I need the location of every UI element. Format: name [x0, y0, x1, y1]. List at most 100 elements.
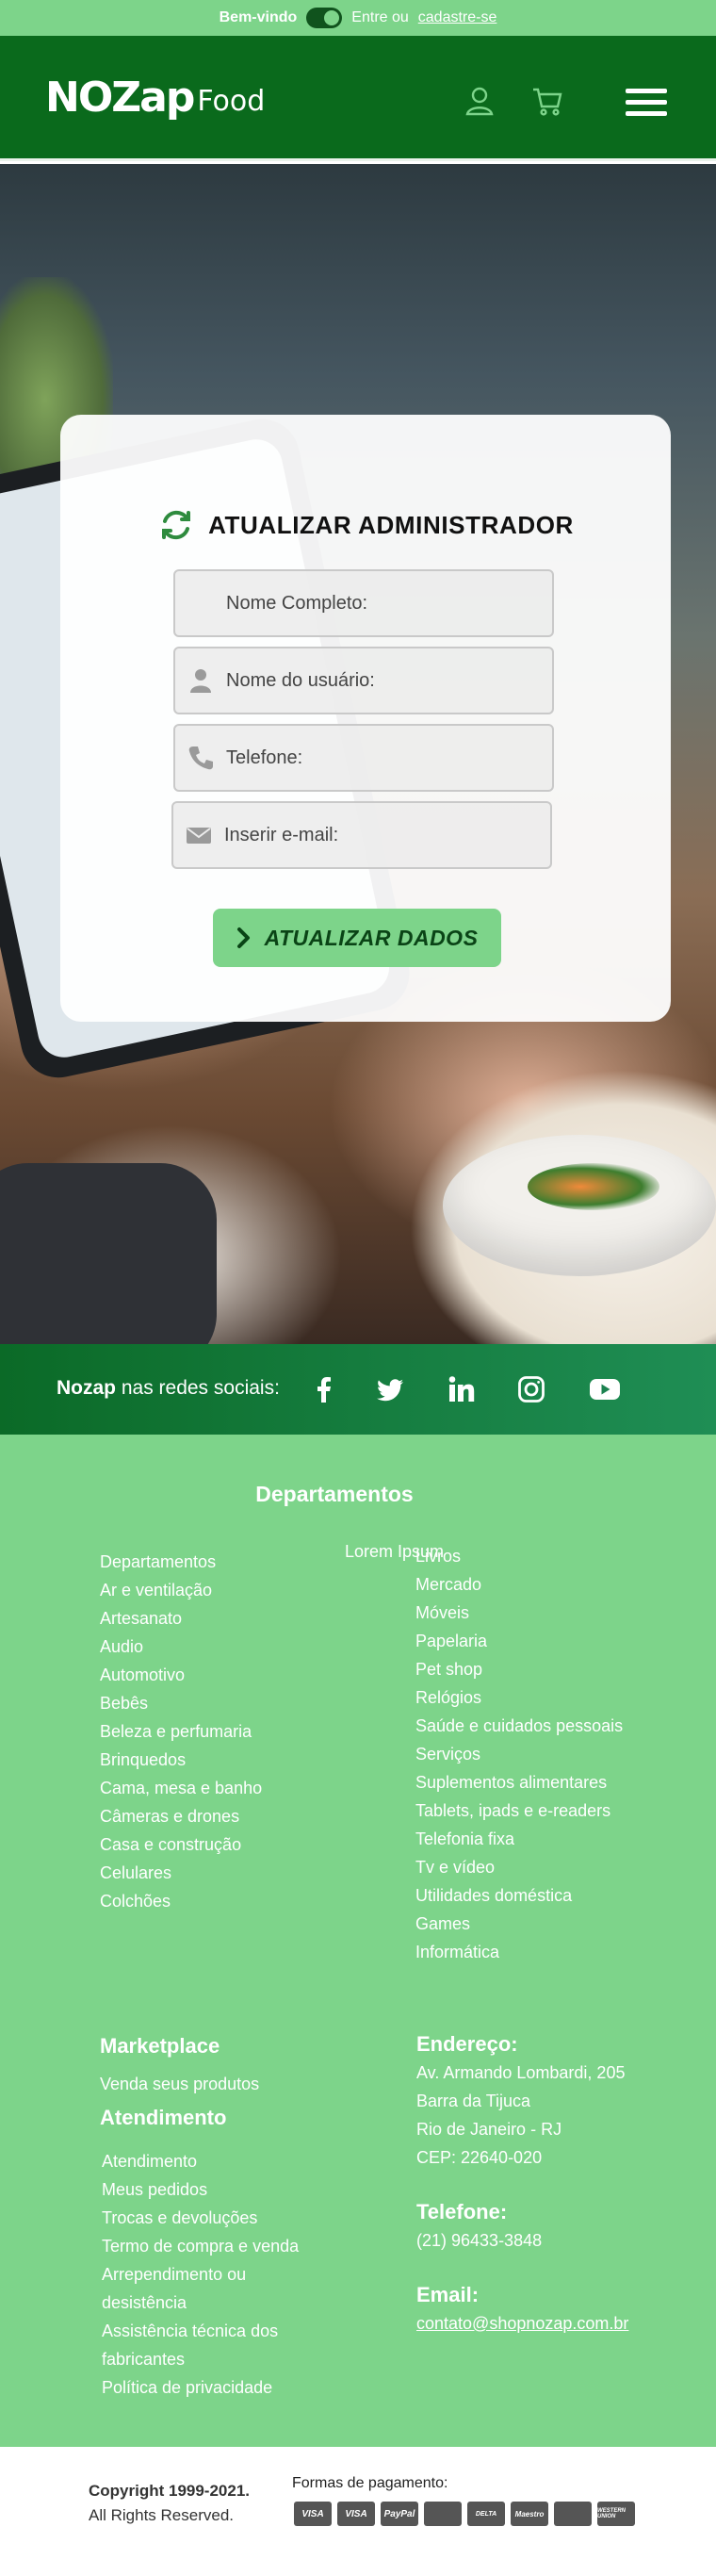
departments-title: Departamentos — [255, 1482, 414, 1506]
department-link[interactable]: Relógios — [415, 1683, 623, 1712]
marketplace-link[interactable]: Venda seus produtos — [100, 2070, 299, 2098]
department-link[interactable]: Brinquedos — [100, 1746, 262, 1774]
email-field[interactable] — [171, 801, 552, 869]
department-link[interactable]: Tablets, ipads e e-readers — [415, 1797, 623, 1825]
department-link[interactable]: Celulares — [100, 1859, 262, 1887]
phone-input[interactable] — [226, 726, 537, 790]
social-bar: Nozap nas redes sociais: — [0, 1344, 716, 1435]
chevron-right-icon — [236, 927, 250, 948]
bottom-bar: Copyright 1999-2021. All Rights Reserved… — [0, 2447, 716, 2576]
department-link[interactable]: Automotivo — [100, 1661, 262, 1689]
atendimento-link[interactable]: Arrependimento ou — [102, 2260, 299, 2289]
department-link[interactable]: Mercado — [415, 1570, 623, 1599]
site-logo[interactable]: NOZap Food — [45, 74, 265, 121]
address-line: Rio de Janeiro - RJ — [416, 2120, 562, 2139]
department-link[interactable]: Artesanato — [100, 1604, 262, 1633]
department-link[interactable]: Câmeras e drones — [100, 1802, 262, 1830]
linkedin-icon[interactable] — [447, 1374, 477, 1404]
department-link[interactable]: Ar e ventilação — [100, 1576, 262, 1604]
mastercard-icon: mastercard — [554, 2502, 592, 2526]
department-link[interactable]: Telefonia fixa — [415, 1825, 623, 1853]
refresh-icon — [162, 510, 191, 540]
atendimento-link[interactable]: Atendimento — [102, 2147, 299, 2175]
atendimento-link[interactable]: Meus pedidos — [102, 2175, 299, 2204]
full-name-input[interactable] — [226, 571, 537, 635]
email-link[interactable]: contato@shopnozap.com.br — [416, 2309, 628, 2338]
department-link[interactable]: Casa e construção — [100, 1830, 262, 1859]
departments-col-1: Departamentos Ar e ventilação Artesanato… — [100, 1548, 262, 1915]
logo-brand: NOZap — [45, 74, 195, 122]
instagram-icon[interactable] — [516, 1374, 546, 1404]
telefone-title: Telefone: — [416, 2200, 508, 2223]
logo-food: Food — [197, 85, 266, 118]
endereco-lines: Av. Armando Lombardi, 205 Barra da Tijuc… — [416, 2059, 628, 2172]
marketplace-section: Marketplace Venda seus produtos Atendime… — [100, 2034, 299, 2402]
atendimento-link[interactable]: fabricantes — [102, 2345, 299, 2373]
paypal-icon: PayPal — [381, 2502, 418, 2526]
social-brand: Nozap — [57, 1377, 116, 1399]
payment-label: Formas de pagamento: — [292, 2475, 448, 2491]
maestro-icon: Maestro — [511, 2502, 548, 2526]
telefone-value: (21) 96433-3848 — [416, 2231, 543, 2250]
department-link[interactable]: Bebês — [100, 1689, 262, 1717]
social-label: Nozap nas redes sociais: — [57, 1377, 280, 1400]
department-link[interactable]: Cama, mesa e banho — [100, 1774, 262, 1802]
mastercard-icon: mastercard — [424, 2502, 462, 2526]
username-input[interactable] — [226, 648, 537, 713]
atendimento-link[interactable]: Trocas e devoluções — [102, 2204, 299, 2232]
update-data-label: ATUALIZAR DADOS — [264, 925, 479, 950]
twitter-icon[interactable] — [375, 1374, 405, 1404]
phone-icon — [188, 747, 213, 770]
address-line: CEP: 22640-020 — [416, 2148, 543, 2167]
department-link[interactable]: Departamentos — [100, 1548, 262, 1576]
user-icon — [190, 669, 211, 693]
card-title: ATUALIZAR ADMINISTRADOR — [60, 501, 671, 549]
site-header: NOZap Food — [0, 36, 716, 161]
full-name-field[interactable] — [173, 569, 554, 637]
atendimento-link[interactable]: Termo de compra e venda — [102, 2232, 299, 2260]
atendimento-link[interactable]: Assistência técnica dos — [102, 2317, 299, 2345]
atendimento-title: Atendimento — [100, 2106, 227, 2129]
department-link[interactable]: Audio — [100, 1633, 262, 1661]
address-line: Barra da Tijuca — [416, 2092, 531, 2110]
top-welcome-bar: Bem-vindo Entre ou cadastre-se — [0, 0, 716, 36]
marketplace-title: Marketplace — [100, 2034, 220, 2058]
signup-link[interactable]: cadastre-se — [418, 9, 497, 26]
form-title: ATUALIZAR ADMINISTRADOR — [208, 510, 574, 539]
department-link[interactable]: Tv e vídeo — [415, 1853, 623, 1881]
departments-col-2: Livros Mercado Móveis Papelaria Pet shop… — [415, 1542, 623, 1966]
login-toggle[interactable] — [306, 8, 343, 28]
atendimento-list: Atendimento Meus pedidos Trocas e devolu… — [100, 2147, 299, 2402]
atendimento-link[interactable]: desistência — [102, 2289, 299, 2317]
department-link[interactable]: Colchões — [100, 1887, 262, 1915]
department-link[interactable]: Utilidades doméstica — [415, 1881, 623, 1910]
department-link[interactable]: Suplementos alimentares — [415, 1768, 623, 1797]
delta-icon: DELTA — [467, 2502, 505, 2526]
youtube-icon[interactable] — [588, 1374, 622, 1404]
department-link[interactable]: Games — [415, 1910, 623, 1938]
department-link[interactable]: Beleza e perfumaria — [100, 1717, 262, 1746]
cart-icon[interactable] — [531, 85, 563, 117]
atendimento-link[interactable]: Política de privacidade — [102, 2373, 299, 2402]
email-input[interactable] — [224, 803, 535, 867]
username-field[interactable] — [173, 647, 554, 714]
department-link[interactable]: Saúde e cuidados pessoais — [415, 1712, 623, 1740]
western-union-icon: WESTERN UNION — [597, 2502, 635, 2526]
email-title: Email: — [416, 2283, 480, 2306]
copyright-text: Copyright 1999-2021. — [89, 2482, 251, 2500]
department-link[interactable]: Livros — [415, 1542, 623, 1570]
department-link[interactable]: Móveis — [415, 1599, 623, 1627]
user-icon[interactable] — [464, 85, 496, 117]
department-link[interactable]: Papelaria — [415, 1627, 623, 1655]
facebook-icon[interactable] — [309, 1374, 339, 1404]
site-footer: Departamentos Lorem Ipsum Departamentos … — [0, 1435, 716, 2447]
address-line: Av. Armando Lombardi, 205 — [416, 2063, 626, 2082]
department-link[interactable]: Serviços — [415, 1740, 623, 1768]
payment-methods: VISA VISA PayPal mastercard DELTA Maestr… — [294, 2502, 635, 2526]
update-data-button[interactable]: ATUALIZAR DADOS — [213, 909, 501, 967]
update-admin-card: ATUALIZAR ADMINISTRADOR Nome Completo: N… — [60, 415, 671, 1022]
department-link[interactable]: Pet shop — [415, 1655, 623, 1683]
department-link[interactable]: Informática — [415, 1938, 623, 1966]
phone-field[interactable] — [173, 724, 554, 792]
menu-icon[interactable] — [626, 89, 667, 117]
